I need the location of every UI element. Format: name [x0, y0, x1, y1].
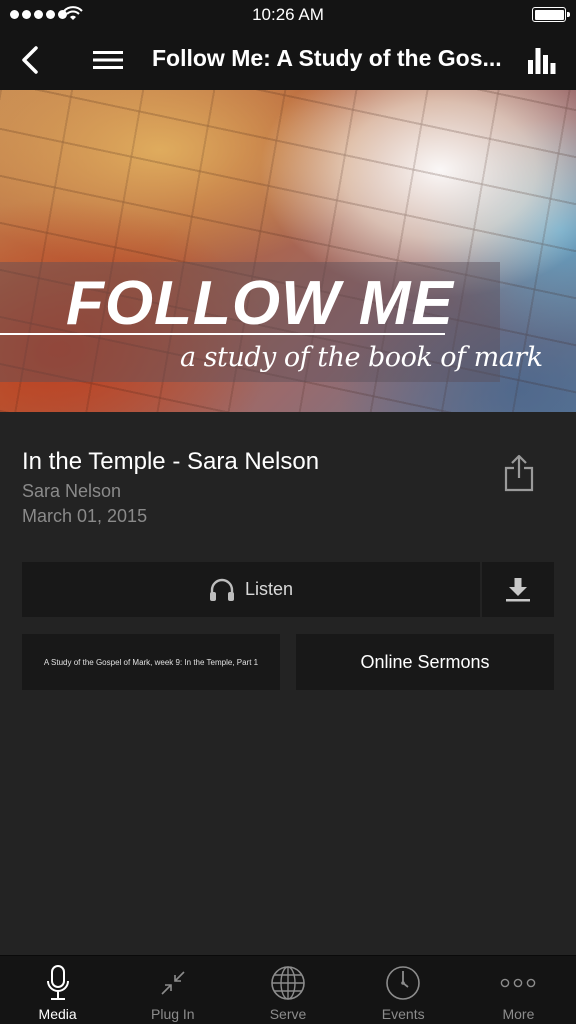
listen-button[interactable]: Listen: [22, 562, 480, 617]
globe-icon: [271, 966, 305, 1000]
share-button[interactable]: [496, 448, 542, 498]
nav-bar: Follow Me: A Study of the Gos...: [0, 30, 576, 90]
online-sermons-button[interactable]: Online Sermons: [296, 634, 554, 690]
tab-more[interactable]: More: [461, 956, 576, 1024]
banner-title: FOLLOW ME: [66, 269, 454, 338]
back-button[interactable]: [12, 42, 48, 78]
page-title: Follow Me: A Study of the Gos...: [152, 45, 502, 71]
online-sermons-label: Online Sermons: [360, 651, 490, 672]
microphone-icon: [46, 965, 69, 1000]
tab-events[interactable]: Events: [346, 956, 461, 1024]
listen-label: Listen: [244, 579, 294, 599]
tab-events-label: Events: [381, 1006, 425, 1022]
status-time: 10:26 AM: [252, 5, 324, 24]
banner-subtitle: a study of the book of mark: [180, 342, 543, 373]
sermon-date: March 01, 2015: [22, 506, 148, 526]
back-chevron-icon: [22, 46, 38, 74]
download-button[interactable]: [482, 562, 554, 617]
status-bar: 10:26 AM: [0, 0, 576, 30]
headphones-icon: [209, 578, 234, 601]
bar-chart-icon: [528, 48, 556, 74]
menu-button[interactable]: [88, 42, 128, 78]
tab-serve[interactable]: Serve: [230, 956, 345, 1024]
sermon-notes-label: A Study of the Gospel of Mark, week 9: I…: [43, 657, 259, 667]
tab-plug-in-label: Plug In: [151, 1006, 195, 1022]
tab-serve-label: Serve: [269, 1006, 307, 1022]
series-banner-image: FOLLOW ME a study of the book of mark: [0, 90, 576, 412]
clock-icon: [386, 966, 421, 1000]
compress-arrows-icon: [161, 971, 185, 995]
tab-more-label: More: [502, 1006, 535, 1022]
hamburger-menu-icon: [93, 51, 123, 69]
more-dots-icon: [501, 978, 536, 988]
tab-media-label: Media: [38, 1006, 77, 1022]
sermon-speaker: Sara Nelson: [22, 481, 122, 501]
sermon-notes-button[interactable]: A Study of the Gospel of Mark, week 9: I…: [22, 634, 280, 690]
tab-bar: Media Plug In Serve Events More: [0, 955, 576, 1024]
tab-media[interactable]: Media: [0, 956, 115, 1024]
share-icon: [504, 454, 534, 492]
stats-button[interactable]: [524, 42, 560, 78]
tab-plug-in[interactable]: Plug In: [115, 956, 230, 1024]
battery-icon: [532, 7, 570, 22]
download-icon: [506, 577, 530, 601]
sermon-title: In the Temple - Sara Nelson: [22, 448, 320, 475]
